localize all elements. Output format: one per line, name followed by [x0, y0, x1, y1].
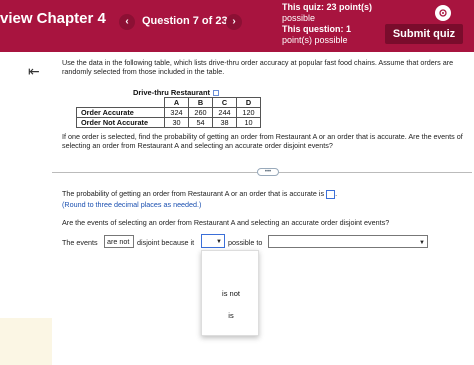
answer-part1-text: The probability of getting an order from… [62, 189, 325, 198]
quiz-points-line2: possible [282, 13, 316, 23]
events-prefix: The events [62, 238, 98, 247]
question-points-line1: This question: 1 [282, 24, 352, 34]
table-cell: 38 [212, 117, 237, 128]
table-cell: 54 [188, 117, 213, 128]
previous-question-button[interactable]: ‹ [119, 14, 135, 30]
reason-dropdown[interactable]: ▼ [268, 235, 428, 248]
chevron-right-icon: › [232, 16, 236, 27]
question-counter: Question 7 of 23 [142, 15, 228, 27]
table-column-header: C [212, 97, 237, 108]
settings-button[interactable] [435, 5, 451, 21]
dropdown-arrow-icon: ▼ [419, 240, 425, 246]
probability-answer-input[interactable] [326, 189, 336, 199]
events-disjoint-select[interactable]: are not [104, 235, 134, 248]
left-panel-footer [0, 318, 52, 365]
table-row-label: Order Not Accurate [76, 117, 165, 128]
dropdown-option-is-not[interactable]: is not [202, 289, 260, 298]
data-table-container: Drive-thru Restaurant A B C D Order Accu… [76, 88, 276, 128]
answer-part2: Are the events of selecting an order fro… [62, 218, 390, 227]
table-row-label: Order Accurate [76, 107, 165, 118]
expand-handle-icon[interactable]: ••• [257, 168, 279, 176]
question-content: Use the data in the following table, whi… [52, 58, 472, 248]
question-intro: Use the data in the following table, whi… [62, 58, 454, 76]
table-corner-cell [76, 97, 165, 108]
top-header-bar: view Chapter 4 ‹ Question 7 of 23 › This… [0, 0, 474, 52]
chevron-left-icon: ‹ [125, 16, 129, 27]
table-cell: 260 [188, 107, 213, 118]
possibility-dropdown[interactable]: ▼ [201, 234, 225, 248]
submit-quiz-button[interactable]: Submit quiz [385, 24, 463, 44]
copy-table-icon[interactable] [213, 90, 220, 97]
table-column-header: A [164, 97, 189, 108]
table-caption: Drive-thru Restaurant [76, 88, 276, 97]
table-row: Order Accurate 324 260 244 120 [76, 107, 261, 118]
table-column-header: B [188, 97, 213, 108]
dropdown-option-is[interactable]: is [202, 311, 260, 320]
events-middle-text: disjoint because it [137, 238, 195, 247]
table-caption-text: Drive-thru Restaurant [132, 88, 211, 97]
chapter-title: view Chapter 4 [0, 10, 106, 27]
answer-part1: The probability of getting an order from… [62, 189, 338, 199]
dropdown-arrow-icon: ▼ [216, 239, 222, 245]
question-followup: If one order is selected, find the proba… [62, 132, 463, 150]
question-points-line2: point(s) possible [282, 35, 348, 45]
table-cell: 244 [212, 107, 237, 118]
table-cell: 30 [164, 117, 189, 128]
table-header-row: A B C D [76, 97, 261, 108]
data-table: A B C D Order Accurate 324 260 244 120 O… [76, 97, 261, 128]
quiz-points-info: This quiz: 23 point(s) possible This que… [282, 2, 372, 46]
table-column-header: D [236, 97, 261, 108]
events-answer-line: The events are not disjoint because it ▼… [62, 234, 467, 250]
gear-icon [439, 9, 447, 17]
quiz-points-line1: This quiz: 23 point(s) [282, 2, 372, 12]
table-cell: 324 [164, 107, 189, 118]
dropdown-options-menu: is not is [201, 250, 259, 336]
table-cell: 120 [236, 107, 261, 118]
collapse-sidebar-icon[interactable]: ⇤ [28, 63, 40, 80]
table-row: Order Not Accurate 30 54 38 10 [76, 117, 261, 128]
events-suffix: possible to [228, 238, 263, 247]
table-cell: 10 [236, 117, 261, 128]
next-question-button[interactable]: › [226, 14, 242, 30]
rounding-note: (Round to three decimal places as needed… [62, 200, 202, 209]
